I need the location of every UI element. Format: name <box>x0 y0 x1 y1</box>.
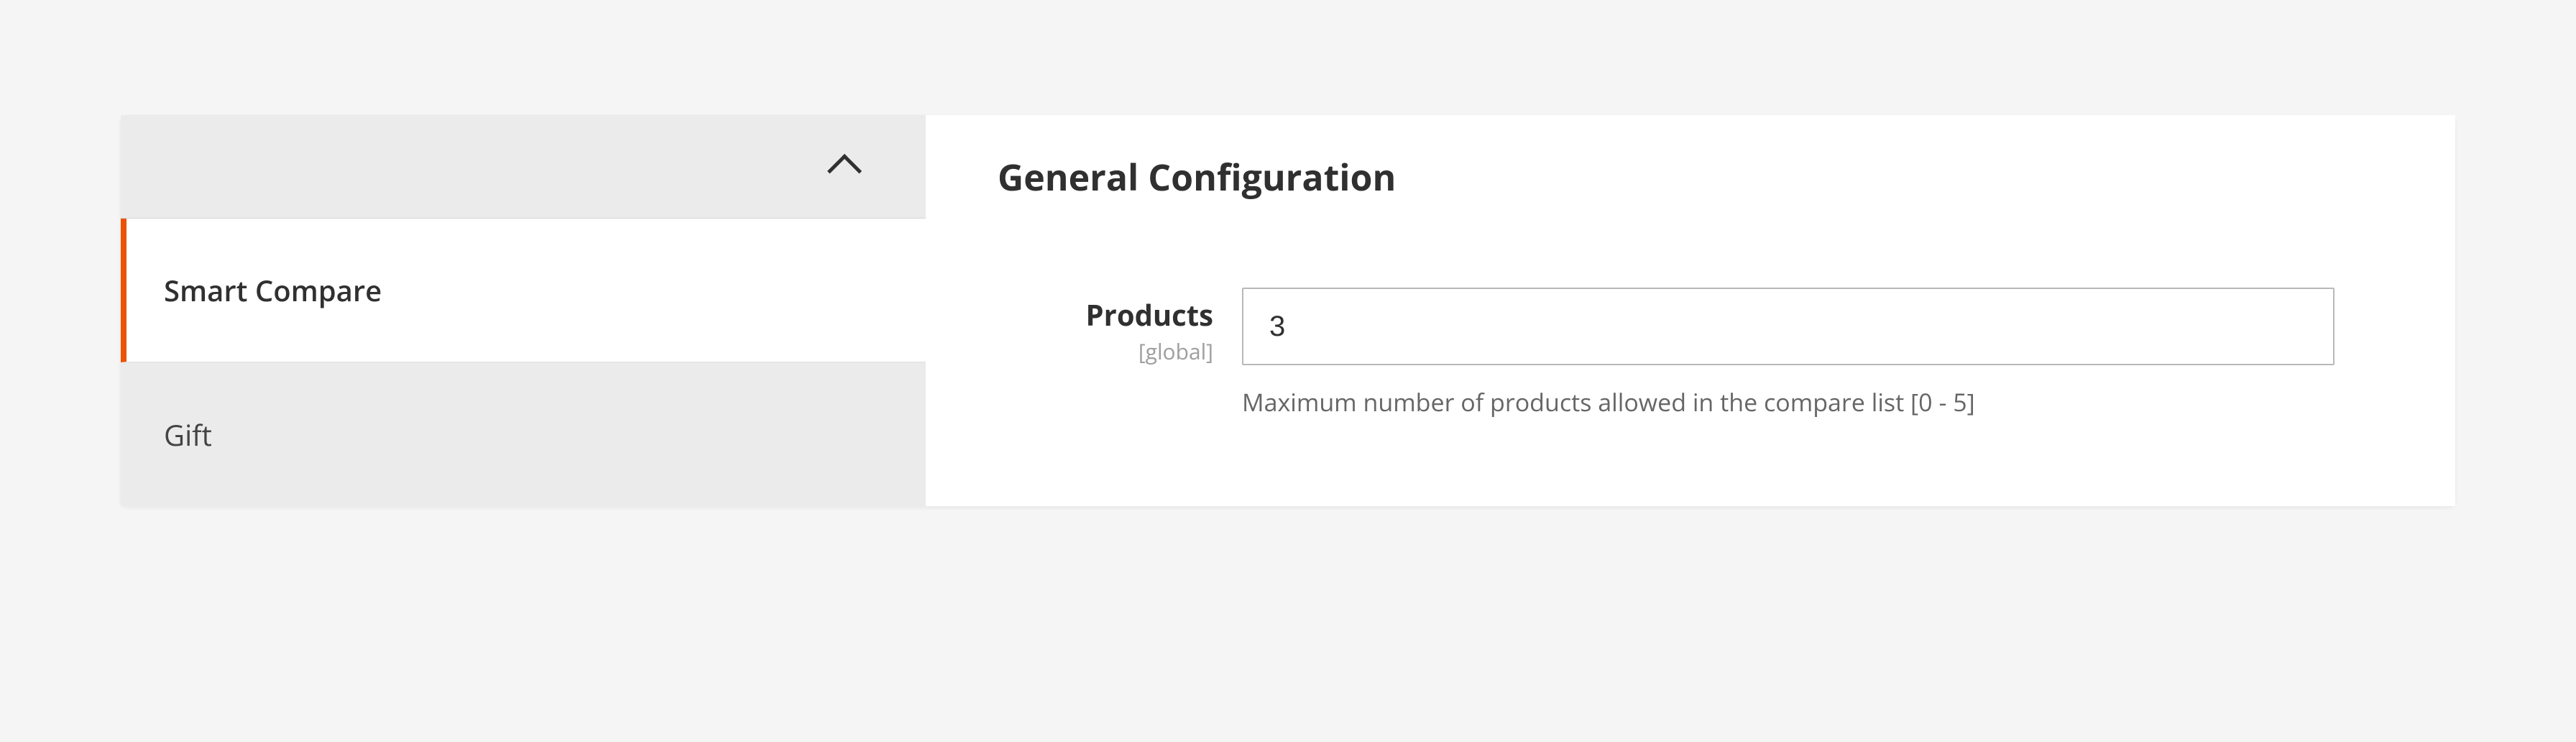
scope-hint-products: [global] <box>998 336 1213 366</box>
sidebar-item-smart-compare[interactable]: Smart Compare <box>121 219 926 362</box>
field-row-products: Products [global] Maximum number of prod… <box>998 288 2383 418</box>
field-label-products: Products <box>998 298 1213 332</box>
config-main: General Configuration Products [global] … <box>926 115 2455 506</box>
field-control-col: Maximum number of products allowed in th… <box>1242 288 2334 418</box>
config-sidebar: Smart Compare Gift <box>121 115 926 506</box>
field-label-col: Products [global] <box>998 288 1242 366</box>
config-panel: Smart Compare Gift General Configuration… <box>121 115 2455 506</box>
sidebar-item-label: Smart Compare <box>164 270 382 310</box>
field-hint-products: Maximum number of products allowed in th… <box>1242 385 2334 418</box>
chevron-up-icon <box>827 153 862 188</box>
sidebar-item-label: Gift <box>164 415 212 454</box>
sidebar-collapse-toggle[interactable] <box>121 115 926 219</box>
section-title: General Configuration <box>998 152 2383 201</box>
config-page: Smart Compare Gift General Configuration… <box>0 115 2576 506</box>
products-input[interactable] <box>1242 288 2334 365</box>
sidebar-item-gift[interactable]: Gift <box>121 362 926 506</box>
